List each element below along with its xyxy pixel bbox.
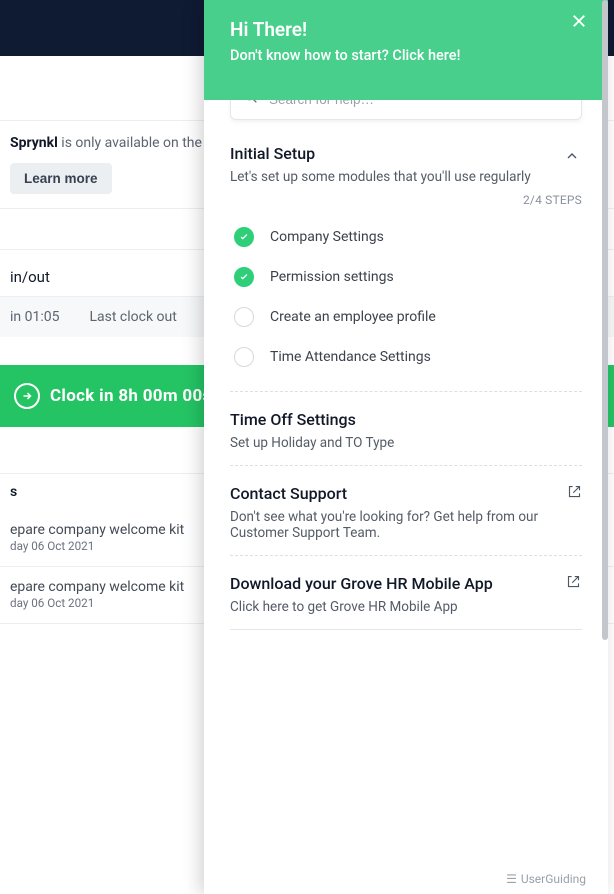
section-desc: Don't see what you're looking for? Get h… xyxy=(230,509,567,541)
section-contact-support[interactable]: Contact Support Don't see what you're lo… xyxy=(230,466,582,556)
external-link-icon xyxy=(567,484,582,500)
task-date: day 06 Oct 2021 xyxy=(10,596,94,610)
help-title: Hi There! xyxy=(230,18,582,41)
section-desc: Let's set up some modules that you'll us… xyxy=(230,169,531,185)
section-title: Time Off Settings xyxy=(230,410,582,429)
task-title: epare company welcome kit xyxy=(10,579,184,595)
userguiding-logo-icon: ☰ xyxy=(506,872,517,886)
help-panel-header: Hi There! Don't know how to start? Click… xyxy=(204,0,608,100)
progress-label: 2/4 STEPS xyxy=(230,193,582,207)
chevron-up-icon[interactable] xyxy=(564,148,582,166)
section-desc: Set up Holiday and TO Type xyxy=(230,435,582,451)
clock-in-arrow-icon xyxy=(14,383,40,409)
scrollbar[interactable] xyxy=(602,0,608,640)
unchecked-icon xyxy=(234,307,254,327)
clock-inout-label: in/out xyxy=(10,268,50,286)
checklist-label: Company Settings xyxy=(270,229,384,245)
sprynkl-brand: Sprynkl xyxy=(10,135,58,151)
section-title: Initial Setup xyxy=(230,144,531,163)
branding-label: UserGuiding xyxy=(521,872,586,886)
checklist-item-employee-profile[interactable]: Create an employee profile xyxy=(230,297,582,337)
checklist-item-company-settings[interactable]: Company Settings xyxy=(230,217,582,257)
check-icon xyxy=(234,267,254,287)
help-subtitle[interactable]: Don't know how to start? Click here! xyxy=(230,47,582,64)
section-initial-setup[interactable]: Initial Setup Let's set up some modules … xyxy=(230,126,582,392)
check-icon xyxy=(234,227,254,247)
clock-in-label: Clock in 8h 00m 00s xyxy=(50,386,212,406)
section-title: Download your Grove HR Mobile App xyxy=(230,574,493,593)
last-clock-in: in 01:05 xyxy=(10,309,59,325)
help-panel: Hi There! Don't know how to start? Click… xyxy=(204,0,608,894)
task-date: day 06 Oct 2021 xyxy=(10,539,94,553)
checklist-label: Time Attendance Settings xyxy=(270,349,431,365)
close-icon[interactable] xyxy=(570,12,590,32)
checklist-item-permission-settings[interactable]: Permission settings xyxy=(230,257,582,297)
checklist-item-time-attendance[interactable]: Time Attendance Settings xyxy=(230,337,582,377)
userguiding-branding[interactable]: ☰ UserGuiding xyxy=(506,872,586,886)
external-link-icon xyxy=(566,574,582,590)
checklist-label: Permission settings xyxy=(270,269,394,285)
learn-more-button[interactable]: Learn more xyxy=(10,163,112,194)
tasks-heading-fragment: s xyxy=(10,484,17,500)
section-desc: Click here to get Grove HR Mobile App xyxy=(230,599,493,615)
unchecked-icon xyxy=(234,347,254,367)
section-time-off[interactable]: Time Off Settings Set up Holiday and TO … xyxy=(230,392,582,466)
section-download-app[interactable]: Download your Grove HR Mobile App Click … xyxy=(230,556,582,630)
section-title: Contact Support xyxy=(230,484,567,503)
task-title: epare company welcome kit xyxy=(10,522,184,538)
last-clock-out: Last clock out xyxy=(89,309,176,325)
checklist-label: Create an employee profile xyxy=(270,309,436,325)
